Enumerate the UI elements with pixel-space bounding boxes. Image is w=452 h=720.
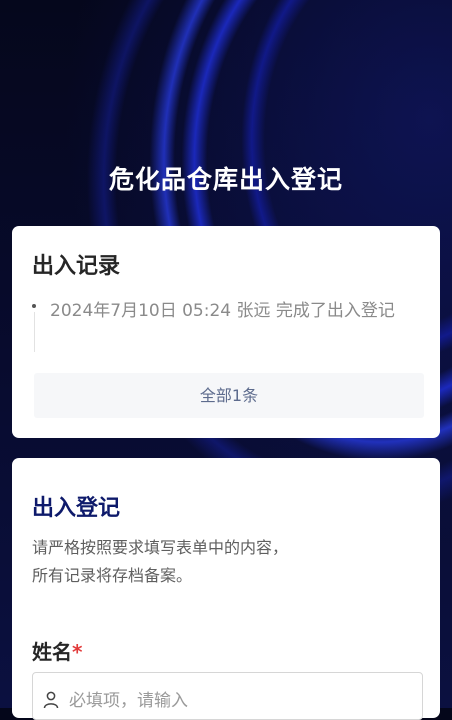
view-all-records-button[interactable]: 全部1条: [34, 373, 424, 418]
register-description-line2: 所有记录将存档备案。: [32, 566, 193, 585]
user-icon: [43, 691, 59, 709]
register-description-line1: 请严格按照要求填写表单中的内容，: [32, 538, 289, 557]
records-heading: 出入记录: [32, 254, 121, 279]
register-card: 出入登记 请严格按照要求填写表单中的内容， 所有记录将存档备案。 姓名*: [12, 458, 440, 720]
timeline-line: [34, 312, 35, 352]
timeline-dot: [32, 304, 36, 308]
name-label-text: 姓名: [32, 640, 72, 664]
name-input[interactable]: [67, 685, 411, 717]
register-heading: 出入登记: [32, 496, 121, 521]
timeline-entry: 2024年7月10日 05:24 张远 完成了出入登记: [50, 301, 395, 321]
required-mark: *: [72, 640, 83, 664]
timeline: 2024年7月10日 05:24 张远 完成了出入登记: [32, 298, 412, 354]
page-title: 危化品仓库出入登记: [108, 165, 343, 194]
name-input-box[interactable]: [32, 672, 423, 720]
name-field-label: 姓名*: [32, 636, 82, 665]
register-description: 请严格按照要求填写表单中的内容， 所有记录将存档备案。: [32, 534, 412, 590]
records-card: 出入记录 2024年7月10日 05:24 张远 完成了出入登记 全部1条: [12, 226, 440, 438]
